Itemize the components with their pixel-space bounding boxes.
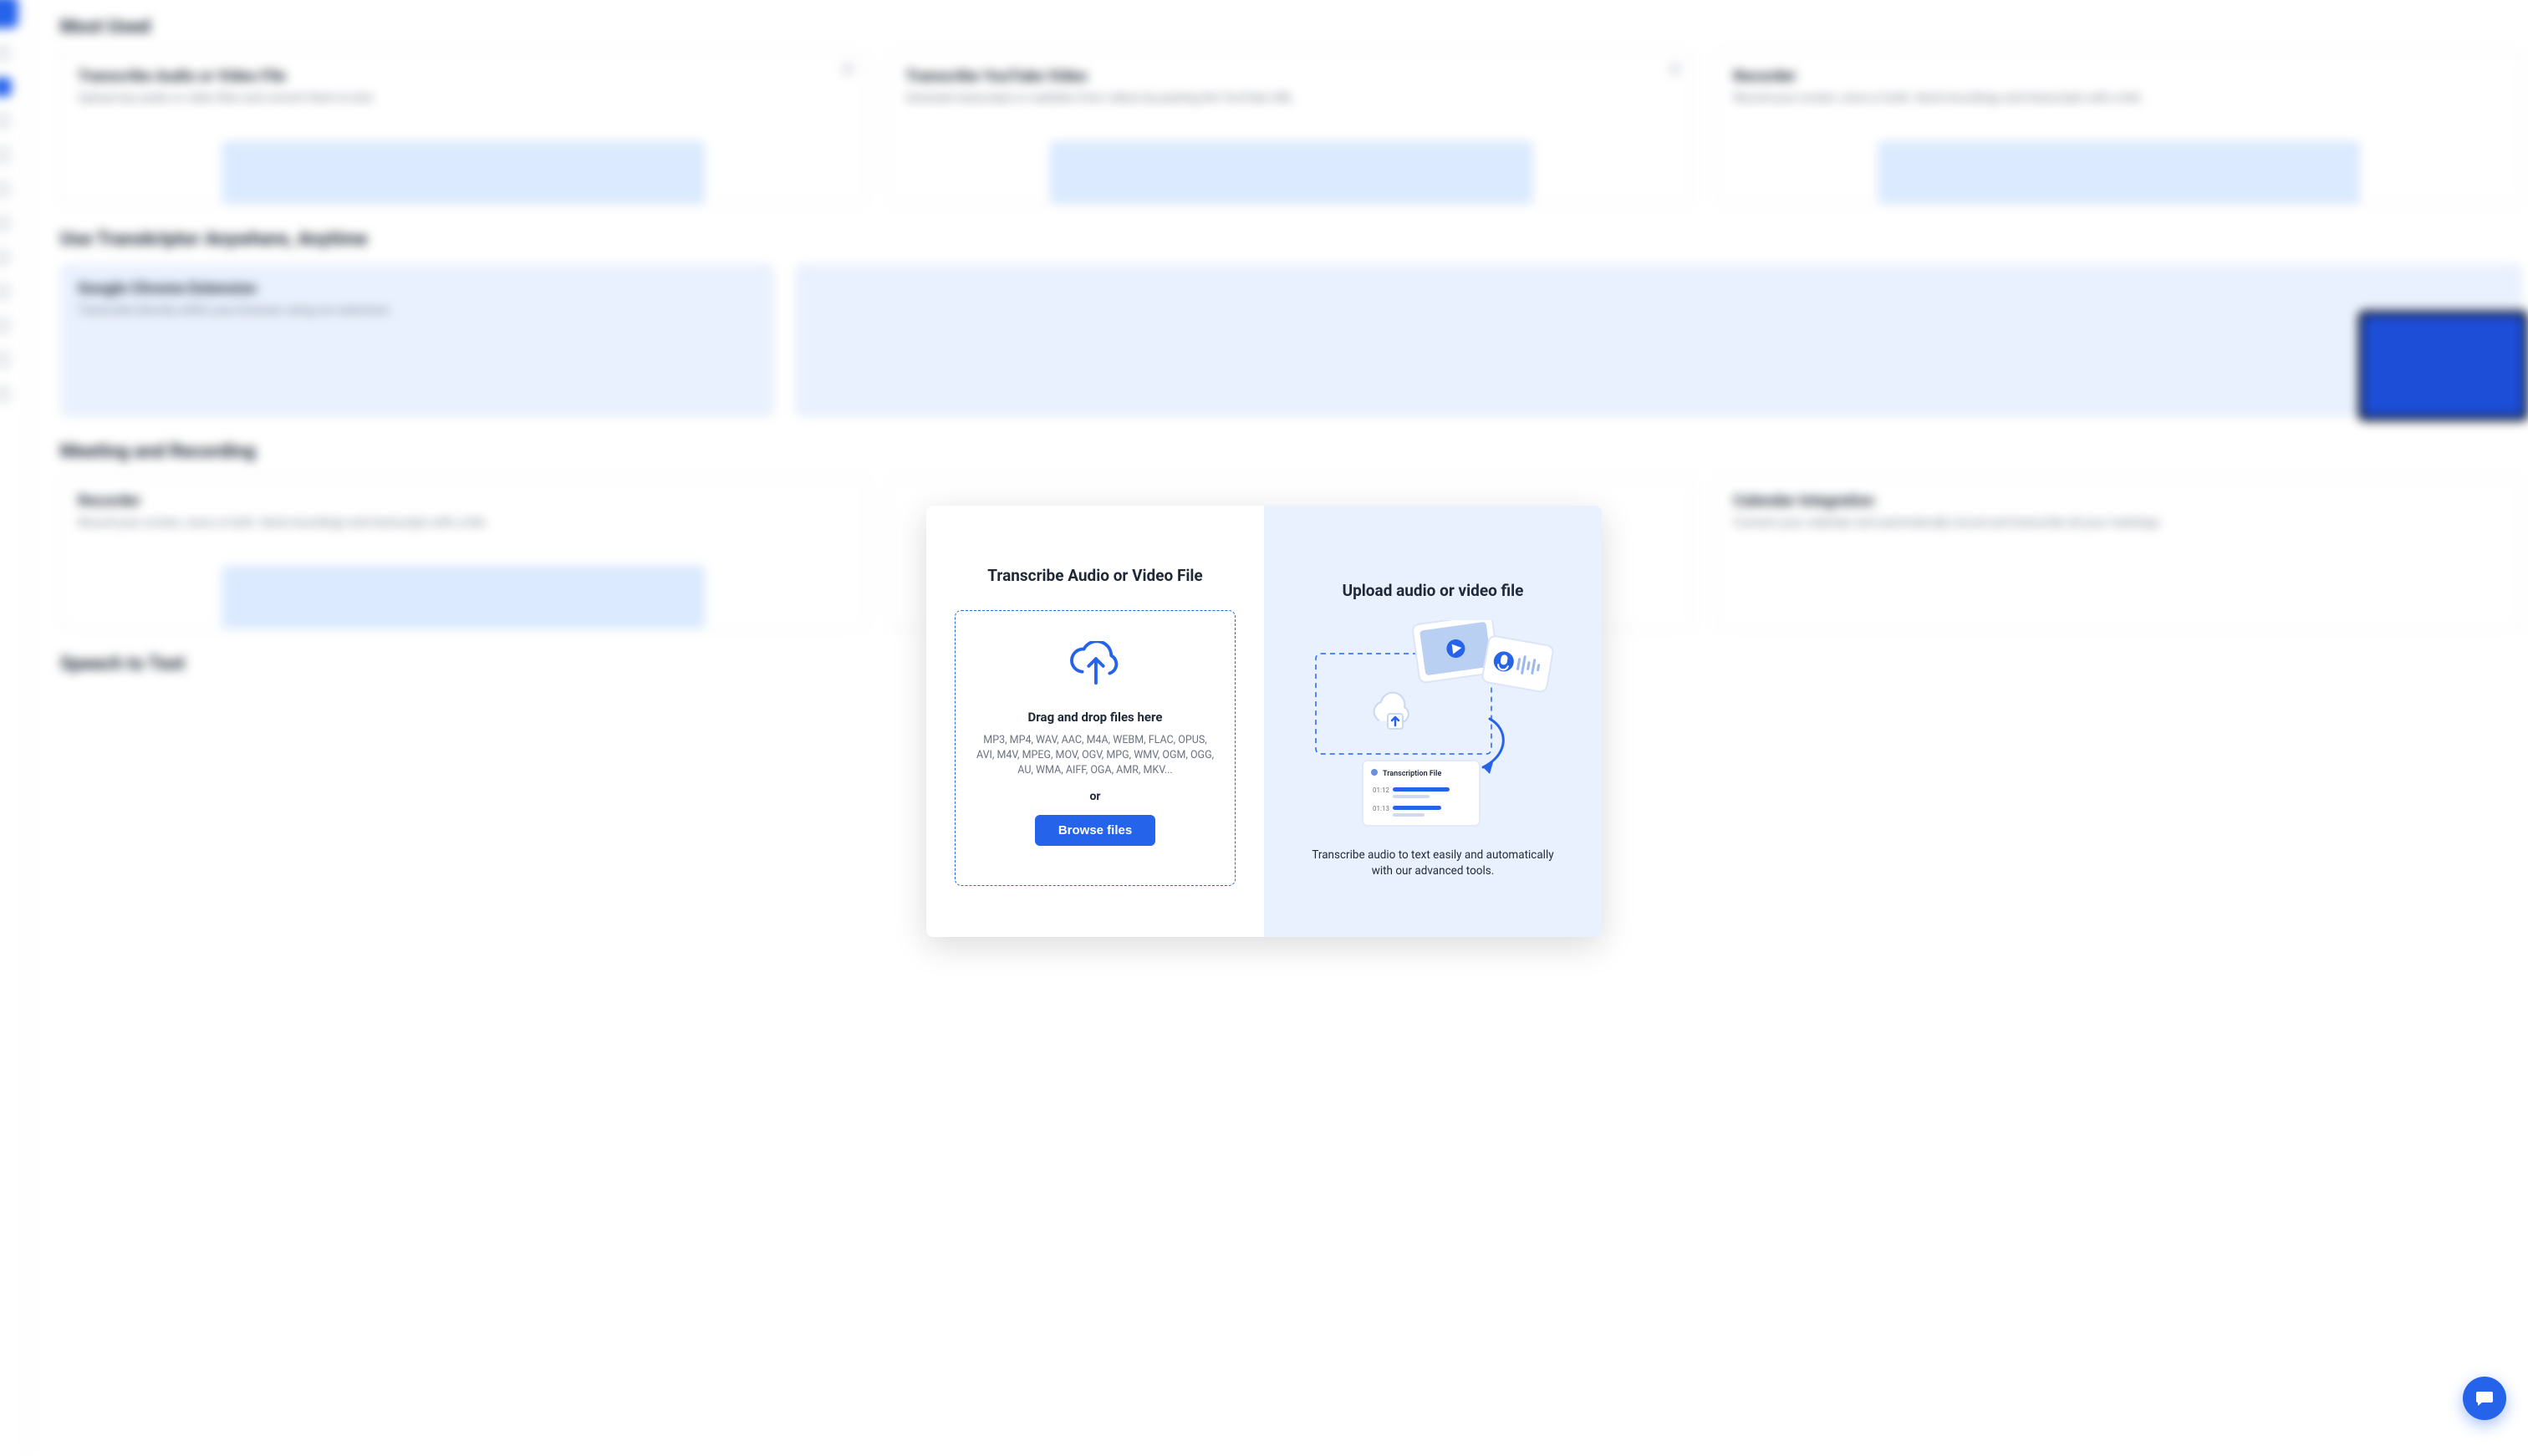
- upload-modal: Transcribe Audio or Video File Drag and …: [926, 506, 1602, 937]
- chat-fab[interactable]: [2463, 1377, 2506, 1420]
- right-panel-description: Transcribe audio to text easily and auto…: [1292, 848, 1573, 880]
- dropzone-heading: Drag and drop files here: [1028, 710, 1163, 725]
- chat-icon: [2474, 1388, 2495, 1408]
- modal-right-panel: Upload audio or video file: [1264, 506, 1602, 937]
- svg-text:01:13: 01:13: [1373, 805, 1389, 812]
- right-panel-title: Upload audio or video file: [1292, 581, 1573, 600]
- svg-text:Transcription File: Transcription File: [1383, 770, 1441, 778]
- modal-overlay: Transcribe Audio or Video File Drag and …: [0, 0, 2528, 1442]
- svg-text:01:12: 01:12: [1373, 787, 1389, 794]
- supported-formats: MP3, MP4, WAV, AAC, M4A, WEBM, FLAC, OPU…: [976, 733, 1215, 778]
- upload-illustration: Transcription File 01:12 01:13: [1307, 620, 1558, 829]
- illustration-container: Transcription File 01:12 01:13: [1292, 620, 1573, 829]
- modal-left-panel: Transcribe Audio or Video File Drag and …: [926, 506, 1264, 937]
- cloud-upload-icon: [1069, 641, 1121, 686]
- file-dropzone[interactable]: Drag and drop files here MP3, MP4, WAV, …: [955, 610, 1236, 886]
- browse-files-button[interactable]: Browse files: [1035, 815, 1155, 846]
- or-divider: or: [1089, 790, 1100, 803]
- modal-title: Transcribe Audio or Video File: [955, 566, 1236, 585]
